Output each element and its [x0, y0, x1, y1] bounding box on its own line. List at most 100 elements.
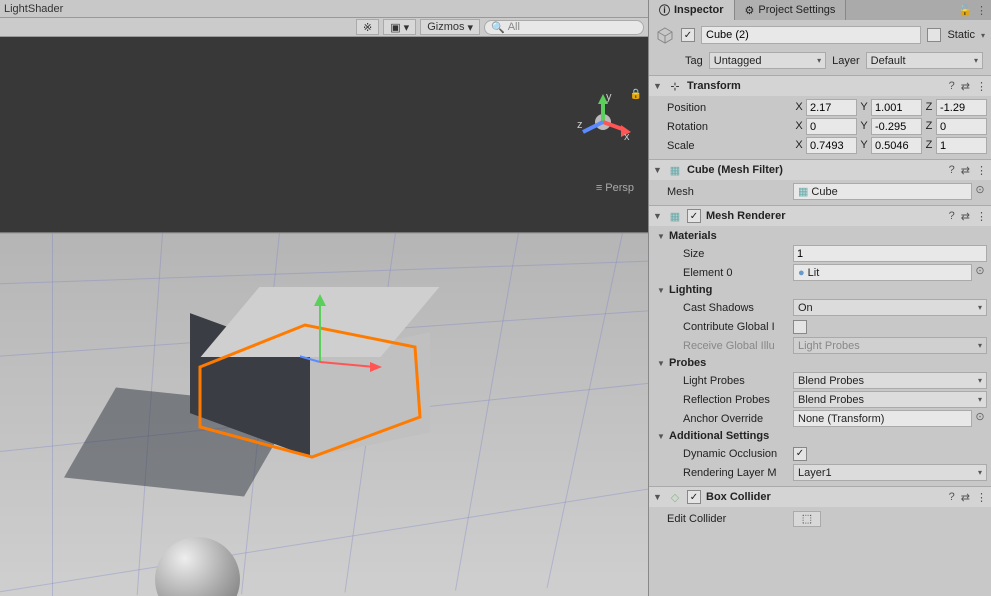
menu-icon[interactable]: ⋮ — [976, 491, 987, 504]
orientation-gizmo[interactable]: y x z — [573, 92, 633, 152]
menu-icon[interactable]: ⋮ — [976, 164, 987, 177]
gizmos-button[interactable]: Gizmos ▾ — [420, 19, 480, 35]
tab-inspector[interactable]: ⓘ Inspector — [649, 0, 735, 20]
static-dropdown-arrow-icon[interactable]: ▾ — [981, 31, 985, 40]
edit-collider-label: Edit Collider — [653, 513, 793, 525]
element0-field[interactable]: ●Lit — [793, 264, 972, 281]
object-header: Static ▾ — [649, 20, 991, 50]
rotation-y-input[interactable] — [871, 118, 922, 135]
scene-search-input[interactable]: 🔍 All — [484, 20, 644, 35]
edit-collider-button[interactable]: ⬚ — [793, 511, 821, 527]
anchor-override-field[interactable]: None (Transform) — [793, 410, 972, 427]
foldout-icon[interactable]: ▼ — [653, 492, 663, 502]
light-probes-dropdown[interactable]: Blend Probes▾ — [793, 372, 987, 389]
lighting-section[interactable]: ▼Lighting — [653, 282, 987, 298]
x-label[interactable]: X — [793, 99, 805, 116]
receive-gi-dropdown: Light Probes▾ — [793, 337, 987, 354]
dynamic-occlusion-label: Dynamic Occlusion — [653, 448, 793, 460]
box-collider-enabled-checkbox[interactable] — [687, 490, 701, 504]
mesh-filter-icon: ▦ — [668, 163, 682, 177]
scene-tab-bar: LightShader — [0, 0, 648, 18]
gizmos-label: Gizmos — [427, 21, 464, 33]
cast-shadows-dropdown[interactable]: On▾ — [793, 299, 987, 316]
object-picker-icon[interactable]: ⊙ — [973, 183, 987, 200]
transform-gizmo[interactable] — [300, 292, 420, 395]
scale-y-input[interactable] — [871, 137, 922, 154]
mesh-field[interactable]: ▦ Cube — [793, 183, 972, 200]
reflection-probes-dropdown[interactable]: Blend Probes▾ — [793, 391, 987, 408]
lock-icon[interactable]: 🔓 — [958, 4, 972, 17]
preset-icon[interactable]: ⇄ — [961, 80, 970, 93]
tab-project-settings[interactable]: ⚙ Project Settings — [735, 0, 847, 20]
dynamic-occlusion-checkbox[interactable] — [793, 447, 807, 461]
gameobject-active-checkbox[interactable] — [681, 28, 695, 42]
probes-section[interactable]: ▼Probes — [653, 355, 987, 371]
menu-icon[interactable]: ⋮ — [976, 4, 987, 17]
dropdown-arrow-icon: ▾ — [817, 56, 821, 65]
chevron-down-icon: ▼ — [657, 286, 665, 295]
mesh-filter-title: Cube (Mesh Filter) — [687, 164, 944, 176]
dropdown-arrow-icon: ▾ — [978, 395, 982, 404]
object-picker-icon[interactable]: ⊙ — [973, 410, 987, 427]
foldout-icon[interactable]: ▼ — [653, 81, 663, 91]
box-collider-header[interactable]: ▼ ◇ Box Collider ?⇄⋮ — [649, 487, 991, 507]
rendering-layer-dropdown[interactable]: Layer1▾ — [793, 464, 987, 481]
y-label[interactable]: Y — [858, 99, 870, 116]
foldout-icon[interactable]: ▼ — [653, 211, 663, 221]
dropdown-arrow-icon: ▾ — [978, 468, 982, 477]
z-label[interactable]: Z — [923, 99, 935, 116]
static-checkbox[interactable] — [927, 28, 941, 42]
box-collider-title: Box Collider — [706, 491, 944, 503]
transform-header[interactable]: ▼ ⊹ Transform ?⇄⋮ — [649, 76, 991, 96]
component-mesh-renderer: ▼ ▦ Mesh Renderer ?⇄⋮ ▼Materials Size El… — [649, 205, 991, 486]
rotation-x-input[interactable] — [806, 118, 857, 135]
component-transform: ▼ ⊹ Transform ?⇄⋮ Position X Y Z Rotatio… — [649, 75, 991, 159]
reflection-probes-label: Reflection Probes — [653, 394, 793, 406]
help-icon[interactable]: ? — [949, 210, 955, 222]
tag-label: Tag — [685, 55, 703, 67]
tag-dropdown[interactable]: Untagged ▾ — [709, 52, 826, 69]
help-icon[interactable]: ? — [949, 491, 955, 503]
gameobject-icon[interactable] — [655, 25, 675, 45]
position-z-input[interactable] — [936, 99, 987, 116]
materials-size-input[interactable] — [793, 245, 987, 262]
anchor-override-label: Anchor Override — [653, 413, 793, 425]
scene-viewport[interactable]: 🔒 y x z ≡ Persp — [0, 37, 648, 596]
dropdown-arrow-icon: ▾ — [978, 303, 982, 312]
layer-dropdown[interactable]: Default ▾ — [866, 52, 983, 69]
menu-icon[interactable]: ⋮ — [976, 210, 987, 223]
view-mode-button[interactable]: ※ — [356, 19, 379, 35]
preset-icon[interactable]: ⇄ — [961, 164, 970, 177]
help-icon[interactable]: ? — [949, 80, 955, 92]
foldout-icon[interactable]: ▼ — [653, 165, 663, 175]
menu-icon[interactable]: ⋮ — [976, 80, 987, 93]
materials-section[interactable]: ▼Materials — [653, 228, 987, 244]
component-box-collider: ▼ ◇ Box Collider ?⇄⋮ Edit Collider ⬚ — [649, 486, 991, 532]
mesh-filter-header[interactable]: ▼ ▦ Cube (Mesh Filter) ? ⇄ ⋮ — [649, 160, 991, 180]
search-icon: 🔍 — [491, 21, 505, 34]
search-placeholder: All — [508, 21, 520, 33]
camera-button[interactable]: ▣ ▾ — [383, 19, 416, 35]
additional-settings-section[interactable]: ▼Additional Settings — [653, 428, 987, 444]
inspector-tab-bar: ⓘ Inspector ⚙ Project Settings 🔓 ⋮ — [649, 0, 991, 20]
perspective-label[interactable]: ≡ Persp — [596, 182, 634, 194]
contribute-gi-checkbox[interactable] — [793, 320, 807, 334]
help-icon[interactable]: ? — [949, 164, 955, 176]
dropdown-arrow-icon: ▾ — [467, 21, 473, 34]
object-picker-icon[interactable]: ⊙ — [973, 264, 987, 281]
scene-panel: LightShader ※ ▣ ▾ Gizmos ▾ 🔍 All — [0, 0, 648, 596]
position-y-input[interactable] — [871, 99, 922, 116]
rotation-z-input[interactable] — [936, 118, 987, 135]
chevron-down-icon: ▼ — [657, 359, 665, 368]
scale-z-input[interactable] — [936, 137, 987, 154]
preset-icon[interactable]: ⇄ — [961, 491, 970, 504]
component-mesh-filter: ▼ ▦ Cube (Mesh Filter) ?⇄⋮ Mesh ▦ Cube ⊙ — [649, 159, 991, 205]
preset-icon[interactable]: ⇄ — [961, 210, 970, 223]
static-label: Static — [947, 29, 975, 41]
mesh-renderer-enabled-checkbox[interactable] — [687, 209, 701, 223]
position-x-input[interactable] — [806, 99, 857, 116]
gameobject-name-input[interactable] — [701, 26, 921, 44]
scene-tab-title[interactable]: LightShader — [4, 3, 63, 15]
scale-x-input[interactable] — [806, 137, 857, 154]
mesh-renderer-header[interactable]: ▼ ▦ Mesh Renderer ?⇄⋮ — [649, 206, 991, 226]
